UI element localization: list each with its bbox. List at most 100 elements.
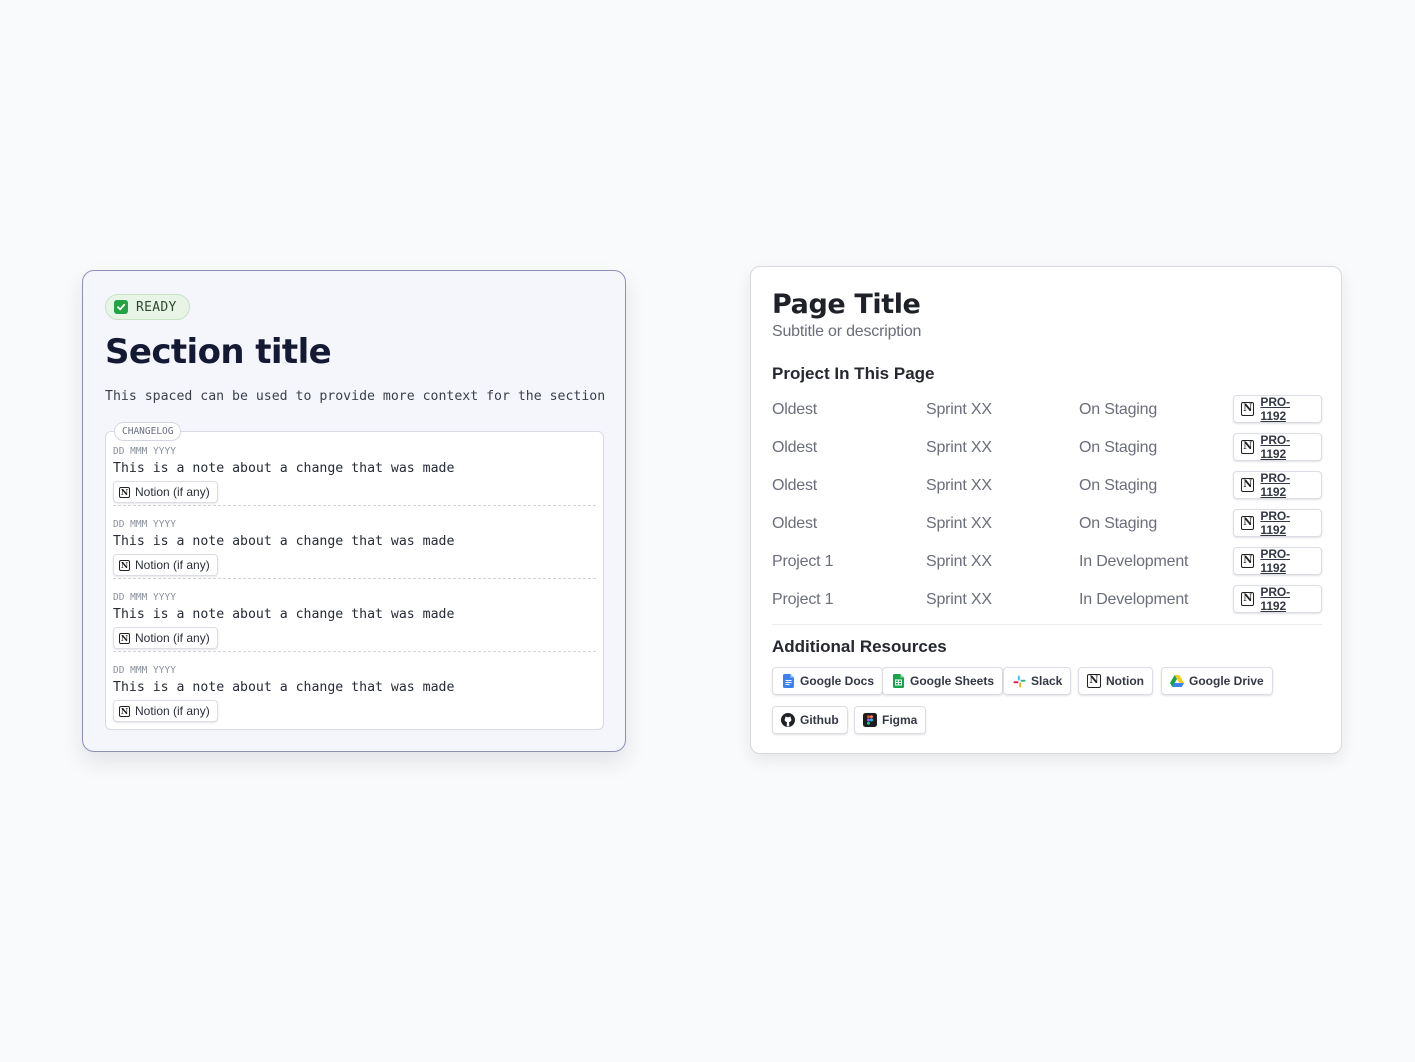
changelog-notion-link-label: Notion (if any) <box>135 631 210 645</box>
project-status: On Staging <box>1079 439 1158 456</box>
project-status: On Staging <box>1079 477 1158 494</box>
changelog-entry-note: This is a note about a change that was m… <box>113 534 455 549</box>
project-row: Oldest Sprint XX On Staging N PRO-1192 <box>772 508 1322 540</box>
project-name: Oldest <box>772 439 818 456</box>
project-status: On Staging <box>1079 401 1158 418</box>
projects-heading: Project In This Page <box>772 364 935 383</box>
project-sprint: Sprint XX <box>926 439 992 456</box>
notion-icon: N <box>1241 554 1255 568</box>
notion-icon: N <box>1241 516 1255 530</box>
resource-google-drive[interactable]: Google Drive <box>1161 667 1273 695</box>
project-sprint: Sprint XX <box>926 515 992 532</box>
section-description: This spaced can be used to provide more … <box>105 389 606 404</box>
resource-label: Google Sheets <box>910 674 995 688</box>
notion-icon: N <box>1241 440 1255 454</box>
changelog-entry: DD MMM YYYY This is a note about a chang… <box>113 432 596 506</box>
project-sprint: Sprint XX <box>926 553 992 570</box>
project-name: Oldest <box>772 401 818 418</box>
check-box-icon <box>114 300 128 314</box>
google-docs-icon <box>781 674 795 688</box>
ticket-label: PRO-1192 <box>1260 509 1291 537</box>
project-sprint: Sprint XX <box>926 477 992 494</box>
project-status: In Development <box>1079 591 1189 608</box>
resource-label: Figma <box>882 713 918 727</box>
changelog-entry-date: DD MMM YYYY <box>113 592 176 603</box>
ticket-label: PRO-1192 <box>1260 547 1291 575</box>
project-name: Oldest <box>772 515 818 532</box>
project-status: In Development <box>1079 553 1189 570</box>
slack-icon <box>1012 674 1026 688</box>
ticket-link[interactable]: N PRO-1192 <box>1233 471 1322 499</box>
project-row: Oldest Sprint XX On Staging N PRO-1192 <box>772 432 1322 464</box>
resources-heading: Additional Resources <box>772 637 947 656</box>
resource-label: Github <box>800 713 839 727</box>
ticket-link[interactable]: N PRO-1192 <box>1233 585 1322 613</box>
ticket-link[interactable]: N PRO-1192 <box>1233 547 1322 575</box>
changelog-entry: DD MMM YYYY This is a note about a chang… <box>113 651 596 724</box>
notion-icon: N <box>119 486 130 498</box>
ticket-link[interactable]: N PRO-1192 <box>1233 509 1322 537</box>
notion-icon: N <box>119 632 130 644</box>
notion-icon: N <box>119 705 130 717</box>
project-row: Project 1 Sprint XX In Development N PRO… <box>772 546 1322 578</box>
changelog-notion-link-label: Notion (if any) <box>135 704 210 718</box>
notion-icon: N <box>1241 402 1255 416</box>
project-row: Oldest Sprint XX On Staging N PRO-1192 <box>772 470 1322 502</box>
notion-icon: N <box>1087 674 1101 688</box>
project-row: Oldest Sprint XX On Staging N PRO-1192 <box>772 394 1322 426</box>
resource-google-sheets[interactable]: Google Sheets <box>882 667 1004 695</box>
project-status: On Staging <box>1079 515 1158 532</box>
changelog-panel: CHANGELOG DD MMM YYYY This is a note abo… <box>105 422 604 730</box>
resource-label: Google Drive <box>1189 674 1264 688</box>
notion-icon: N <box>1241 478 1255 492</box>
project-sprint: Sprint XX <box>926 591 992 608</box>
resource-label: Google Docs <box>800 674 875 688</box>
resource-label: Notion <box>1106 674 1144 688</box>
changelog-entry-note: This is a note about a change that was m… <box>113 461 455 476</box>
changelog-notion-link-label: Notion (if any) <box>135 558 210 572</box>
changelog-notion-link-label: Notion (if any) <box>135 485 210 499</box>
page-overview-card: Page Title Subtitle or description Proje… <box>750 266 1342 754</box>
changelog-entry-note: This is a note about a change that was m… <box>113 607 455 622</box>
project-name: Project 1 <box>772 591 834 608</box>
page-subtitle: Subtitle or description <box>772 323 922 340</box>
google-sheets-icon <box>891 674 905 688</box>
ticket-label: PRO-1192 <box>1260 433 1291 461</box>
google-drive-icon <box>1170 674 1184 688</box>
ready-status-label: READY <box>136 299 177 315</box>
notion-icon: N <box>1241 592 1255 606</box>
ticket-label: PRO-1192 <box>1260 471 1291 499</box>
changelog-entry-date: DD MMM YYYY <box>113 446 176 457</box>
ticket-label: PRO-1192 <box>1260 585 1291 613</box>
section-status-card: READY Section title This spaced can be u… <box>82 270 626 752</box>
changelog-entry-date: DD MMM YYYY <box>113 519 176 530</box>
changelog-entry-date: DD MMM YYYY <box>113 665 176 676</box>
changelog-entry-note: This is a note about a change that was m… <box>113 680 455 695</box>
figma-icon <box>863 713 877 727</box>
resource-notion[interactable]: N Notion <box>1078 667 1153 695</box>
resource-github[interactable]: Github <box>772 706 848 734</box>
project-name: Oldest <box>772 477 818 494</box>
resource-label: Slack <box>1031 674 1063 688</box>
notion-icon: N <box>119 559 130 571</box>
changelog-entry: DD MMM YYYY This is a note about a chang… <box>113 505 596 579</box>
project-row: Project 1 Sprint XX In Development N PRO… <box>772 584 1322 616</box>
ticket-link[interactable]: N PRO-1192 <box>1233 395 1322 423</box>
ticket-link[interactable]: N PRO-1192 <box>1233 433 1322 461</box>
resource-google-docs[interactable]: Google Docs <box>772 667 884 695</box>
project-sprint: Sprint XX <box>926 401 992 418</box>
project-name: Project 1 <box>772 553 834 570</box>
resource-figma[interactable]: Figma <box>854 706 927 734</box>
ticket-label: PRO-1192 <box>1260 395 1291 423</box>
page-title: Page Title <box>772 289 921 320</box>
section-divider <box>772 624 1322 625</box>
ready-status-badge: READY <box>105 294 190 320</box>
changelog-entry: DD MMM YYYY This is a note about a chang… <box>113 578 596 652</box>
changelog-notion-link[interactable]: N Notion (if any) <box>113 481 218 503</box>
changelog-notion-link[interactable]: N Notion (if any) <box>113 554 218 576</box>
resource-slack[interactable]: Slack <box>1003 667 1072 695</box>
section-title: Section title <box>105 332 332 372</box>
changelog-notion-link[interactable]: N Notion (if any) <box>113 700 218 722</box>
changelog-notion-link[interactable]: N Notion (if any) <box>113 627 218 649</box>
github-icon <box>781 713 795 727</box>
